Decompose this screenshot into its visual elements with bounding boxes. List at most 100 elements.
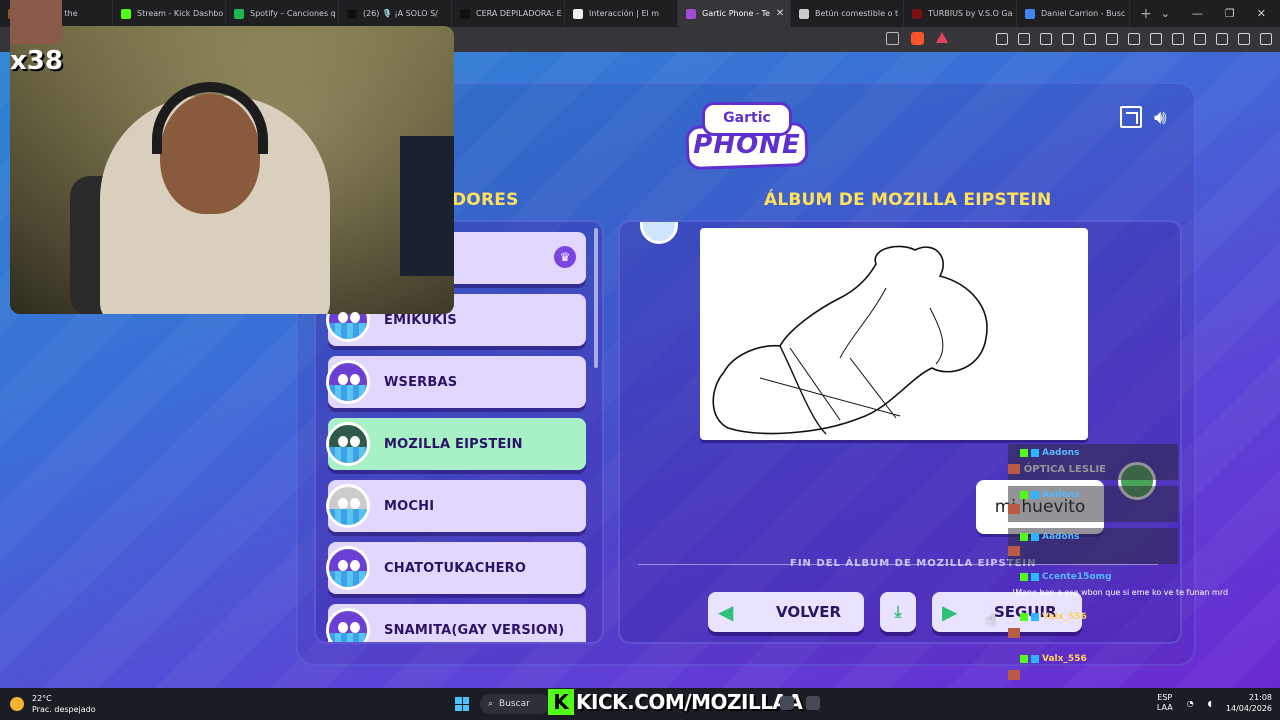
wallet-icon[interactable]	[1194, 33, 1206, 45]
player-card[interactable]: MOCHI	[326, 480, 586, 532]
speaker-icon[interactable]: ◖	[1208, 699, 1212, 708]
ai-icon[interactable]	[1106, 33, 1118, 45]
restore-icon[interactable]: ❐	[1225, 7, 1235, 20]
date: 14/04/2026	[1225, 704, 1272, 713]
back-button[interactable]: ◀ VOLVER	[708, 592, 864, 632]
chat-avatar	[1008, 628, 1020, 638]
start-icon[interactable]	[455, 697, 469, 711]
taskbar: 22°C Prac. despejado ⌕ Buscar K KICK.COM…	[0, 688, 1280, 720]
browser-tab[interactable]: Gartic Phone - Te ✕	[678, 0, 791, 27]
album-heading: ÁLBUM DE MOZILLA EIPSTEIN	[764, 190, 1052, 210]
steam-icon[interactable]	[806, 696, 820, 710]
download-album-button[interactable]: ⤓	[880, 592, 916, 632]
monitor	[400, 136, 454, 276]
player-list-scrollbar[interactable]	[594, 228, 598, 368]
taskbar-search[interactable]: ⌕ Buscar	[480, 694, 550, 714]
volume-icon[interactable]: 🔊︎	[1154, 106, 1182, 128]
sketch-drawing	[712, 245, 988, 435]
player-card[interactable]: CHATOTUKACHERO	[326, 542, 586, 594]
tab-favicon-icon	[234, 8, 244, 19]
vpn-icon[interactable]	[1238, 33, 1250, 45]
media-icon[interactable]	[1084, 33, 1096, 45]
tab-favicon-icon	[347, 8, 357, 19]
brave-shield-icon[interactable]	[911, 32, 924, 45]
tab-label: Betún comestible o t	[815, 9, 899, 18]
tab-close-icon[interactable]: ✕	[776, 8, 784, 19]
reader-icon[interactable]	[1150, 33, 1162, 45]
avatar	[640, 222, 678, 244]
player-name: MOCHI	[384, 498, 435, 514]
browser-tab[interactable]: Interacción | El m	[565, 0, 678, 27]
chat-avatar	[1008, 464, 1020, 474]
tab-favicon-icon	[460, 8, 470, 19]
share-icon[interactable]	[886, 32, 899, 45]
avatar	[326, 422, 370, 466]
tab-label: TURBIUS by V.S.O Ga	[928, 9, 1013, 18]
window-controls: ⌄ — ❐ ✕	[1161, 7, 1280, 20]
browser-tab-bar: ...c under theStream - Kick DashboSpotif…	[0, 0, 1280, 27]
wifi-icon[interactable]: ◔	[1187, 699, 1194, 708]
arrow-left-icon: ◀	[718, 600, 734, 624]
chat-text: !Mano ban a ese wbon que si eme ko ve te…	[1012, 588, 1229, 597]
time: 21:08	[1248, 693, 1272, 702]
browser-tab[interactable]: CERA DEPILADORA: E	[452, 0, 565, 27]
tab-label: Interacción | El m	[589, 9, 660, 18]
sub-badge-icon	[1031, 449, 1039, 457]
new-tab-button[interactable]: +	[1136, 6, 1156, 22]
close-window-icon[interactable]: ✕	[1257, 7, 1266, 20]
tab-list: ...c under theStream - Kick DashboSpotif…	[0, 0, 1130, 27]
kick-logo: K	[548, 689, 574, 715]
player-card-active[interactable]: MOZILLA EIPSTEIN	[326, 418, 586, 470]
puzzle-icon[interactable]	[1040, 33, 1052, 45]
gartic-phone-logo: Gartic PHONE	[685, 100, 809, 172]
chat-user: Ccente15omg	[1020, 572, 1111, 582]
emote-count: x38	[10, 46, 63, 76]
browser-tab[interactable]: Betún comestible o t	[791, 0, 904, 27]
tab-favicon-icon	[573, 8, 583, 19]
fullscreen-icon[interactable]	[1120, 106, 1142, 128]
tab-label: Stream - Kick Dashbo	[137, 9, 224, 18]
player-card[interactable]: WSERBAS	[326, 356, 586, 408]
leo-icon[interactable]	[1216, 33, 1228, 45]
extension-icon[interactable]	[1018, 33, 1030, 45]
browser-tab[interactable]: Spotify – Canciones q	[226, 0, 339, 27]
tab-search-icon[interactable]: ⌄	[1161, 7, 1170, 20]
crown-icon: ♛	[554, 246, 576, 268]
sidebar-icon[interactable]	[1172, 33, 1184, 45]
temperature: 22°C	[32, 694, 52, 703]
player-name: MOZILLA EIPSTEIN	[384, 436, 523, 452]
minimize-icon[interactable]: —	[1192, 7, 1203, 20]
kick-badge-icon	[1020, 449, 1028, 457]
search-label: Buscar	[499, 699, 530, 709]
menu-icon[interactable]	[1260, 33, 1272, 45]
browser-tab[interactable]: Stream - Kick Dashbo	[113, 0, 226, 27]
drawing-canvas	[700, 228, 1088, 440]
tab-favicon-icon	[1025, 8, 1035, 19]
avatar	[326, 360, 370, 404]
chat-avatar	[1008, 504, 1020, 514]
back-button-label: VOLVER	[776, 603, 841, 621]
download-icon[interactable]	[1128, 33, 1140, 45]
browser-tab[interactable]: Daniel Carrion - Busc	[1017, 0, 1130, 27]
language-indicator[interactable]: ESP LAA	[1157, 693, 1173, 713]
search-icon: ⌕	[488, 699, 494, 709]
toolbar-icons	[996, 33, 1272, 45]
player-card[interactable]: SNAMITA(GAY VERSION)	[326, 604, 586, 642]
chat-user: Valx_556	[1020, 612, 1087, 622]
browser-tab[interactable]: (26) 🎙️ ¡A SOLO S/	[339, 0, 452, 27]
audio-app-icon[interactable]	[780, 696, 794, 710]
tab-favicon-icon	[912, 8, 922, 19]
clock[interactable]: 21:08 14/04/2026	[1226, 692, 1272, 714]
chat-user: Aadons	[1020, 490, 1079, 500]
kick-url: KICK.COM/MOZILLAA	[576, 690, 803, 714]
players-heading: DORES	[452, 190, 519, 210]
translate-icon[interactable]	[996, 33, 1008, 45]
weather-widget[interactable]: 22°C Prac. despejado	[10, 693, 96, 715]
tab-label: Gartic Phone - Te	[702, 9, 770, 18]
browser-tab[interactable]: TURBIUS by V.S.O Ga	[904, 0, 1017, 27]
brave-rewards-icon[interactable]	[936, 32, 948, 43]
download-icon: ⤓	[894, 602, 902, 621]
screenshot-icon[interactable]	[1062, 33, 1074, 45]
webcam-overlay	[10, 26, 454, 314]
tab-label: CERA DEPILADORA: E	[476, 9, 562, 18]
